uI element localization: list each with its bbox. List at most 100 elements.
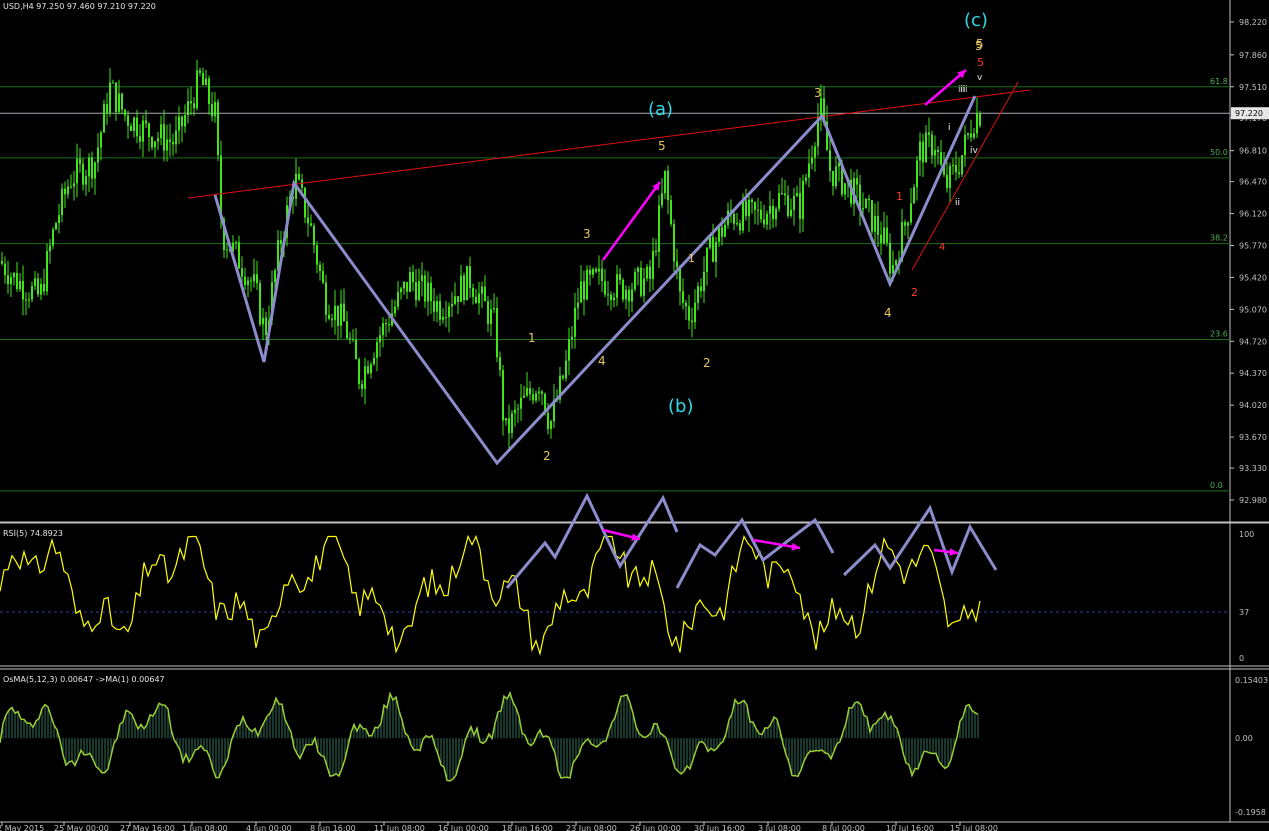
candle-body	[19, 280, 21, 290]
time-tick-label: 1 Jun 08:00	[182, 824, 228, 831]
rsi-tick-label: 0	[1239, 654, 1244, 663]
candle-body	[241, 268, 243, 277]
candle-body	[664, 170, 666, 194]
candle-body	[814, 146, 816, 158]
candle-body	[34, 278, 36, 287]
candle-body	[583, 281, 585, 300]
osma-label: OsMA(5,12,3) 0.00647 ->MA(1) 0.00647	[3, 675, 165, 684]
candle-body	[187, 101, 189, 116]
candle-body	[637, 267, 639, 272]
candle-body	[667, 170, 669, 201]
candle-body	[280, 240, 282, 244]
rsi-wave-zigzag	[842, 504, 998, 577]
candle-body	[253, 274, 255, 282]
time-tick-label: 27 May 16:00	[120, 824, 175, 831]
candle-body	[1, 261, 3, 264]
candle-body	[547, 412, 549, 430]
candle-body	[148, 123, 150, 138]
candle-body	[688, 306, 690, 321]
price-tick-label: 93.670	[1239, 433, 1267, 442]
osma-tick-label: 0.00	[1235, 734, 1253, 743]
candle-body	[43, 283, 45, 292]
candle-body	[829, 150, 831, 172]
candle-body	[64, 188, 66, 195]
candle-body	[469, 266, 471, 288]
candle-body	[427, 282, 429, 302]
candle-body	[310, 223, 312, 226]
candle-body	[733, 213, 735, 224]
candle-body	[412, 272, 414, 283]
fib-level-label: 0.0	[1210, 481, 1223, 490]
rsi-tick-label: 100	[1239, 530, 1254, 539]
candle-body	[169, 139, 171, 142]
candle-body	[139, 136, 141, 142]
candle-body	[934, 149, 936, 156]
wave-label-roman: ii	[955, 198, 960, 208]
candle-body	[214, 102, 216, 117]
candle-body	[835, 166, 837, 187]
candle-body	[862, 208, 864, 210]
candle-body	[58, 215, 60, 224]
candle-body	[949, 165, 951, 189]
candle-body	[526, 388, 528, 396]
candle-body	[340, 303, 342, 326]
candle-body	[334, 305, 336, 321]
candle-body	[52, 229, 54, 246]
candle-body	[478, 293, 480, 304]
time-tick-label: 11 Jun 08:00	[374, 824, 425, 831]
candle-body	[136, 117, 138, 137]
candle-body	[625, 289, 627, 300]
candle-body	[127, 115, 129, 126]
candle-body	[511, 413, 513, 433]
time-tick-label: 18 Jun 16:00	[502, 824, 553, 831]
candle-body	[499, 357, 501, 371]
candle-body	[856, 178, 858, 185]
candle-body	[694, 302, 696, 323]
wave-label: 2	[543, 449, 551, 463]
candle-body	[382, 323, 384, 336]
candle-body	[895, 260, 897, 266]
candle-body	[778, 193, 780, 209]
candle-body	[646, 266, 648, 279]
candle-body	[460, 275, 462, 302]
candle-body	[46, 251, 48, 292]
candle-body	[508, 418, 510, 433]
candle-body	[613, 297, 615, 301]
candle-body	[463, 275, 465, 301]
candle-body	[958, 172, 960, 175]
candle-body	[442, 316, 444, 320]
candle-body	[601, 268, 603, 282]
candle-body	[808, 163, 810, 178]
candle-body	[889, 242, 891, 274]
candle-body	[655, 250, 657, 252]
candle-body	[649, 266, 651, 279]
wave-label: 5	[977, 56, 984, 69]
price-chart[interactable]: 98.22097.86097.51097.17096.81096.47096.1…	[0, 0, 1269, 831]
candle-body	[403, 281, 405, 289]
candle-body	[541, 391, 543, 394]
fib-level-label: 23.6	[1210, 329, 1228, 338]
candle-body	[874, 215, 876, 232]
wave-label-roman: v	[977, 73, 983, 83]
candle-body	[397, 292, 399, 307]
candle-body	[496, 308, 498, 358]
candle-body	[364, 366, 366, 389]
candle-body	[97, 147, 99, 163]
candle-body	[475, 296, 477, 304]
resistance-trendline	[187, 89, 1031, 199]
candle-body	[775, 208, 777, 220]
candle-body	[142, 120, 144, 142]
candle-body	[784, 193, 786, 196]
candle-body	[31, 286, 33, 300]
candle-body	[328, 314, 330, 319]
candle-body	[811, 157, 813, 164]
candle-body	[307, 217, 309, 224]
candle-body	[193, 103, 195, 109]
wave-label: 1	[688, 252, 695, 265]
wave-label: (c)	[964, 10, 988, 31]
symbol-info: USD,H4 97.250 97.460 97.210 97.220	[3, 2, 156, 11]
candle-body	[628, 289, 630, 302]
candle-body	[322, 270, 324, 283]
candle-body	[451, 303, 453, 307]
candle-body	[748, 199, 750, 217]
